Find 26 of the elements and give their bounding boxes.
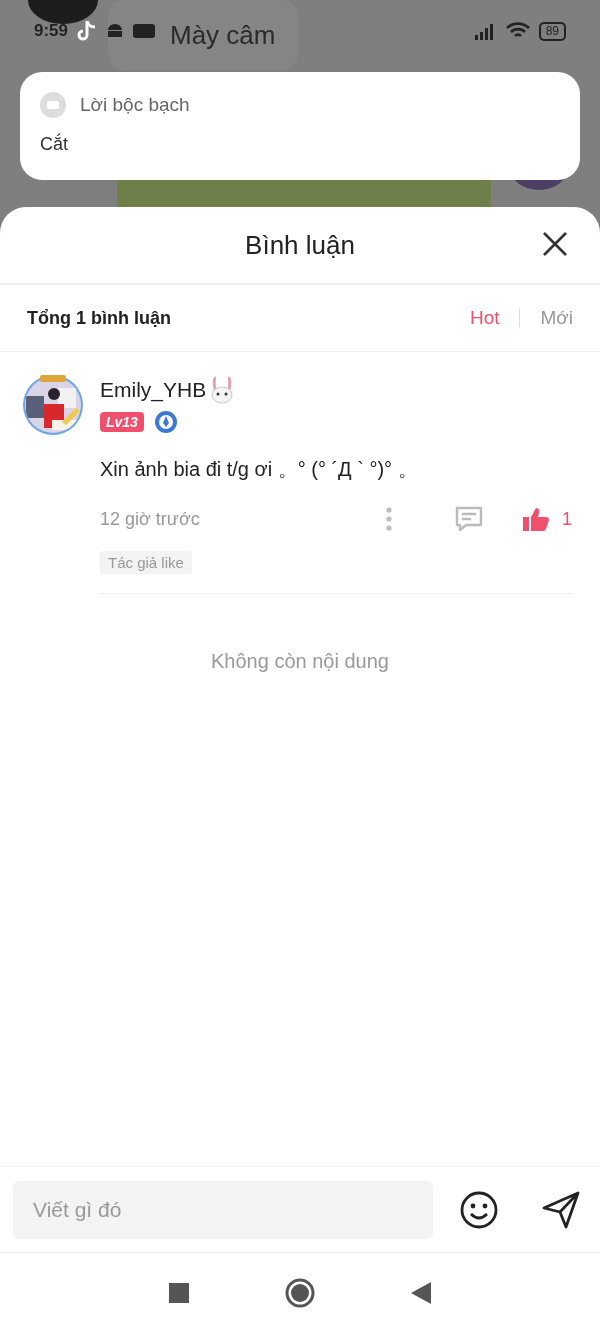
chat-title: Mày câm bbox=[170, 19, 276, 51]
comment-count: Tổng 1 bình luận bbox=[27, 307, 172, 329]
video-icon bbox=[132, 21, 157, 41]
comment-text: Xin ảnh bia đi t/g ơi 。° (° ´Д ` °)° 。 bbox=[100, 457, 419, 482]
emoji-icon[interactable] bbox=[459, 1189, 499, 1230]
status-time: 9:59 bbox=[34, 21, 69, 41]
comment-input-field[interactable]: Viết gì đó bbox=[13, 1180, 433, 1239]
like-button[interactable]: 1 bbox=[522, 506, 572, 532]
sort-tab[interactable]: Hot bbox=[469, 307, 500, 329]
level-badge: Lv13 bbox=[100, 412, 144, 432]
home-button[interactable] bbox=[285, 1278, 315, 1308]
close-button[interactable] bbox=[542, 231, 568, 257]
comment-time: 12 giờ trước bbox=[100, 508, 201, 530]
sheet-title: Bình luận bbox=[245, 229, 355, 261]
avatar-icon bbox=[28, 0, 98, 24]
author-name[interactable]: Emily_YHB bbox=[100, 378, 207, 402]
message-icon bbox=[40, 92, 66, 118]
author-liked-tag: Tác giả like bbox=[100, 551, 192, 574]
battery-level: 89 bbox=[538, 21, 566, 41]
notification-app: Lời bộc bạch bbox=[80, 94, 190, 116]
send-icon[interactable] bbox=[541, 1189, 581, 1230]
back-button[interactable] bbox=[411, 1282, 431, 1304]
medal-icon bbox=[153, 410, 178, 434]
end-of-list-text: Không còn nội dung bbox=[211, 650, 389, 673]
sort-tab[interactable]: Mới bbox=[540, 307, 573, 329]
notification-text: Cắt bbox=[40, 134, 69, 155]
